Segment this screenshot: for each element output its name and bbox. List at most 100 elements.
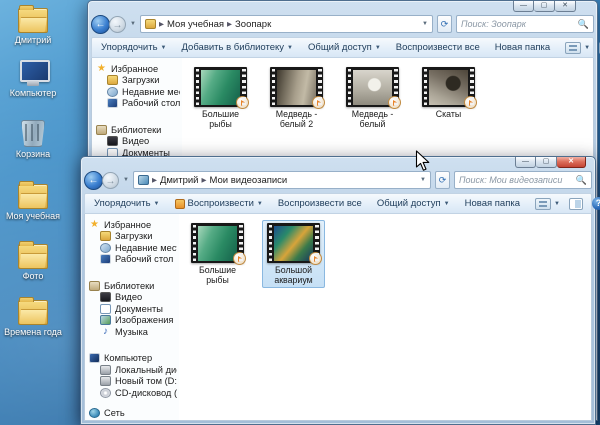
file-item-big-fish[interactable]: Большие рыбы: [189, 64, 252, 132]
cd-drive-icon: [100, 388, 111, 398]
new-folder-button[interactable]: Новая папка: [495, 42, 550, 53]
sidebar-item-network[interactable]: Сеть: [89, 408, 177, 420]
close-button[interactable]: ✕: [557, 157, 586, 168]
sidebar-item-libraries[interactable]: Библиотеки: [89, 280, 177, 292]
sidebar-item-desktop[interactable]: Рабочий стол: [96, 98, 180, 110]
desktop-icon-dmitriy[interactable]: Дмитрий: [0, 8, 66, 45]
sidebar-item-favorites[interactable]: Избранное: [96, 63, 180, 75]
play-overlay-icon: [233, 252, 246, 265]
breadcrumb-item[interactable]: Дмитрий: [160, 175, 199, 186]
chevron-down-icon: ▼: [375, 45, 381, 51]
file-item-big-fish[interactable]: Большие рыбы: [186, 220, 249, 288]
file-item-bear-white[interactable]: Медведь - белый: [341, 64, 404, 132]
video-thumbnail: [194, 67, 247, 107]
recent-places-icon: [100, 243, 111, 253]
minimize-button[interactable]: —: [513, 1, 534, 12]
breadcrumb-item[interactable]: Мои видеозаписи: [209, 175, 287, 186]
video-thumbnail: [191, 223, 244, 263]
sidebar-item-favorites[interactable]: Избранное: [89, 219, 177, 231]
pictures-icon: [100, 315, 111, 325]
add-to-library-button[interactable]: Добавить в библиотеку▼: [182, 42, 294, 53]
recent-pages-dropdown-icon[interactable]: ▼: [123, 177, 129, 183]
music-icon: [100, 327, 111, 337]
organize-button[interactable]: Упорядочить▼: [94, 198, 160, 209]
sidebar-item-music[interactable]: Музыка: [89, 326, 177, 338]
folder-icon: [18, 184, 48, 209]
star-icon: [89, 220, 100, 230]
refresh-button[interactable]: ⟳: [435, 171, 450, 189]
desktop-icon-label: Фото: [23, 271, 44, 281]
share-button[interactable]: Общий доступ▼: [308, 42, 381, 53]
address-dropdown-icon[interactable]: ▼: [422, 21, 428, 27]
search-icon: 🔍: [578, 19, 589, 30]
sidebar-item-downloads[interactable]: Загрузки: [96, 75, 180, 87]
close-button[interactable]: ✕: [555, 1, 576, 12]
desktop-icon-computer[interactable]: Компьютер: [0, 60, 66, 98]
file-item-rays[interactable]: Скаты: [417, 64, 480, 122]
sidebar-item-recent-places[interactable]: Недавние места: [96, 86, 180, 98]
play-all-button[interactable]: Воспроизвести все: [396, 42, 480, 53]
breadcrumb-item[interactable]: Моя учебная: [167, 19, 224, 30]
change-view-button[interactable]: ▼: [535, 198, 560, 210]
sidebar-item-new-volume-d[interactable]: Новый том (D:): [89, 376, 177, 388]
sidebar-item-libraries[interactable]: Библиотеки: [96, 124, 180, 136]
search-box[interactable]: Поиск: Зоопарк 🔍: [456, 15, 594, 33]
share-button[interactable]: Общий доступ▼: [377, 198, 450, 209]
recycle-bin-icon: [21, 120, 45, 147]
forward-button[interactable]: →: [109, 16, 126, 33]
desktop-icon-seasons[interactable]: Времена года: [0, 300, 66, 337]
search-box[interactable]: Поиск: Мои видеозаписи 🔍: [454, 171, 592, 189]
search-input[interactable]: Поиск: Зоопарк: [461, 19, 578, 29]
organize-button[interactable]: Упорядочить▼: [101, 42, 167, 53]
chevron-down-icon: ▼: [161, 45, 167, 51]
preview-pane-button[interactable]: [569, 198, 583, 210]
file-item-bear-white-2[interactable]: Медведь - белый 2: [265, 64, 328, 132]
sidebar-item-desktop[interactable]: Рабочий стол: [89, 254, 177, 266]
desktop-icon-label: Компьютер: [10, 88, 57, 98]
forward-button[interactable]: →: [102, 172, 119, 189]
desktop-icon-label: Моя учебная: [6, 211, 60, 221]
maximize-button[interactable]: ▢: [534, 1, 555, 12]
titlebar[interactable]: — ▢ ✕: [91, 1, 594, 13]
back-button[interactable]: ←: [91, 15, 110, 34]
desktop-icon-photo[interactable]: Фото: [0, 244, 66, 281]
breadcrumb-arrow-icon: ▶: [201, 176, 206, 184]
back-button[interactable]: ←: [84, 171, 103, 190]
desktop-icon-recycle-bin[interactable]: Корзина: [0, 120, 66, 159]
change-view-button[interactable]: ▼: [565, 42, 590, 54]
sidebar-item-recent-places[interactable]: Недавние места: [89, 242, 177, 254]
desktop-icon-study[interactable]: Моя учебная: [0, 184, 66, 221]
play-button[interactable]: Воспроизвести▼: [175, 198, 263, 209]
titlebar[interactable]: — ▢ ✕: [84, 157, 592, 169]
breadcrumb-item[interactable]: Зоопарк: [235, 19, 271, 30]
command-bar: Упорядочить▼ Добавить в библиотеку▼ Общи…: [91, 37, 594, 58]
desktop-icon: [107, 98, 118, 108]
chevron-down-icon: ▼: [257, 201, 263, 207]
search-input[interactable]: Поиск: Мои видеозаписи: [459, 175, 576, 185]
sidebar-item-downloads[interactable]: Загрузки: [89, 231, 177, 243]
sidebar-item-cd-drive-e[interactable]: CD-дисковод (E:): [89, 387, 177, 399]
address-bar[interactable]: ▶ Дмитрий ▶ Мои видеозаписи ▼: [133, 171, 431, 189]
refresh-button[interactable]: ⟳: [437, 15, 452, 33]
sidebar-item-computer[interactable]: Компьютер: [89, 353, 177, 365]
new-folder-button[interactable]: Новая папка: [465, 198, 520, 209]
help-button[interactable]: ?: [592, 197, 600, 210]
video-thumbnail: [267, 223, 320, 263]
sidebar-item-video[interactable]: Видео: [96, 136, 180, 148]
address-dropdown-icon[interactable]: ▼: [420, 177, 426, 183]
sidebar-item-documents[interactable]: Документы: [89, 303, 177, 315]
play-icon: [175, 199, 185, 209]
minimize-button[interactable]: —: [515, 157, 536, 168]
file-item-big-aquarium-selected[interactable]: Большой аквариум: [262, 220, 325, 288]
file-list: Большие рыбы Большой аквариум: [179, 214, 591, 420]
libraries-icon: [96, 125, 107, 135]
recent-pages-dropdown-icon[interactable]: ▼: [130, 21, 136, 27]
maximize-button[interactable]: ▢: [536, 157, 557, 168]
address-bar[interactable]: ▶ Моя учебная ▶ Зоопарк ▼: [140, 15, 433, 33]
desktop-icon: [100, 254, 111, 264]
play-all-button[interactable]: Воспроизвести все: [278, 198, 362, 209]
sidebar-item-pictures[interactable]: Изображения: [89, 315, 177, 327]
sidebar-item-local-disk-c[interactable]: Локальный диск (C:: [89, 364, 177, 376]
sidebar-item-video[interactable]: Видео: [89, 292, 177, 304]
views-icon: [565, 42, 581, 54]
